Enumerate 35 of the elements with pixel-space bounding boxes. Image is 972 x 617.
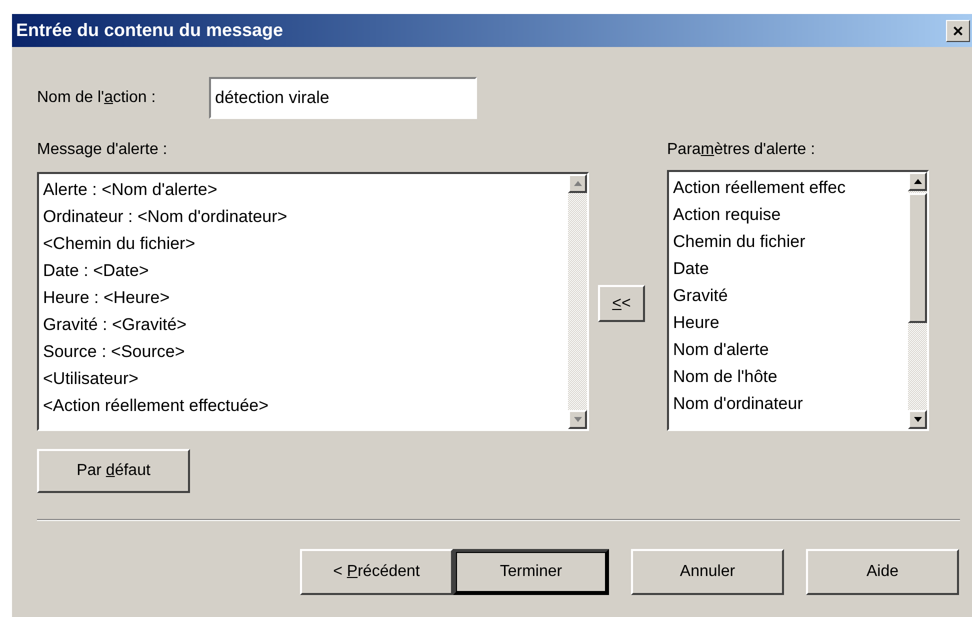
default-button[interactable]: Par défaut [37, 449, 190, 493]
insert-button[interactable]: << [598, 285, 645, 322]
scrollbar[interactable] [568, 174, 587, 429]
message-line[interactable]: Date : <Date> [43, 257, 568, 284]
message-line[interactable]: Source : <Source> [43, 338, 568, 365]
message-line[interactable]: <Utilisateur> [43, 365, 568, 392]
cancel-button[interactable]: Annuler [631, 549, 784, 595]
parameter-item[interactable]: Chemin du fichier [673, 228, 908, 255]
message-line[interactable]: <Chemin du fichier> [43, 230, 568, 257]
parameter-item[interactable]: Heure [673, 309, 908, 336]
parameter-item[interactable]: Action requise [673, 201, 908, 228]
parameter-item[interactable]: Nom de l'hôte [673, 363, 908, 390]
message-line[interactable]: Heure : <Heure> [43, 284, 568, 311]
scrollbar[interactable] [908, 172, 927, 429]
window-title: Entrée du contenu du message [16, 19, 284, 42]
alert-message-box[interactable]: Alerte : <Nom d'alerte> Ordinateur : <Nom d'ordinateur> <Chemin du fichier> Date : <Date> Heure : <Heure> Gravité : <Gravité> Source : <Source> <Utilisateur> <Action réellement effectuée> [37, 172, 589, 431]
parameter-item[interactable]: Gravité [673, 282, 908, 309]
message-line[interactable]: Gravité : <Gravité> [43, 311, 568, 338]
help-button[interactable]: Aide [806, 549, 959, 595]
parameter-item[interactable]: Nom d'ordinateur [673, 390, 908, 417]
alert-message-label: Message d'alerte : [37, 140, 168, 160]
message-line[interactable]: Ordinateur : <Nom d'ordinateur> [43, 203, 568, 230]
alert-parameters-label: Paramètres d'alerte : [667, 140, 816, 160]
back-button[interactable]: < Précédent [300, 549, 453, 595]
action-name-label: Nom de l'action : [37, 88, 157, 108]
alert-parameters-list[interactable]: Action réellement effec Action requise Chemin du fichier Date Gravité Heure Nom d'alerte Nom de l'hôte Nom d'ordinateur [667, 170, 929, 431]
parameter-item[interactable]: Date [673, 255, 908, 282]
parameter-item[interactable]: Action réellement effec [673, 174, 908, 201]
message-line[interactable]: Alerte : <Nom d'alerte> [43, 176, 568, 203]
message-line[interactable]: <Action réellement effectuée> [43, 392, 568, 419]
finish-button[interactable]: Terminer [453, 549, 609, 595]
scrollbar-thumb[interactable] [908, 193, 927, 323]
close-button[interactable]: × [946, 20, 970, 42]
action-name-field[interactable]: détection virale [209, 77, 477, 119]
parameter-item[interactable]: Nom d'alerte [673, 336, 908, 363]
